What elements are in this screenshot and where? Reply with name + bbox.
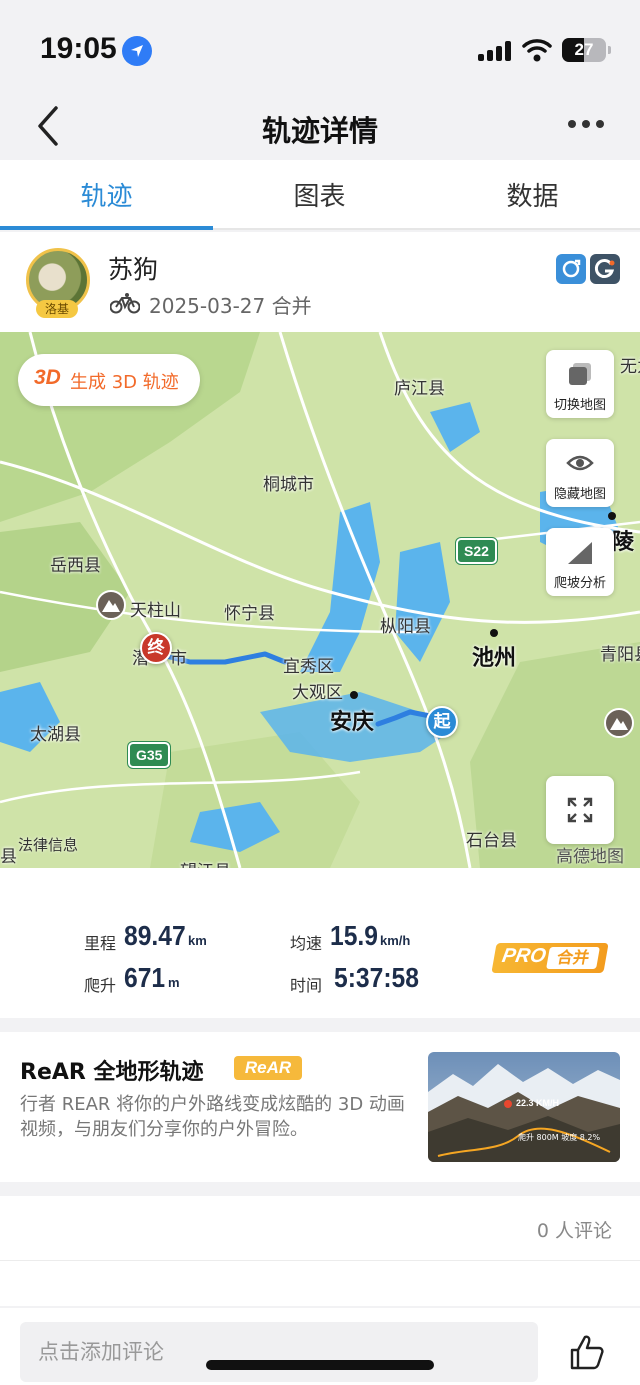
stat-speed-value: 15.9	[330, 920, 378, 951]
tab-data[interactable]: 数据	[426, 176, 639, 213]
mountain-icon	[96, 590, 126, 620]
map-label-tianzhushan: 天柱山	[130, 601, 181, 621]
map-provider-logo: 高德地图	[556, 847, 624, 867]
status-time: 19:05	[40, 32, 117, 65]
road-shield-g35: G35	[128, 742, 171, 768]
comment-count: 0 人评论	[536, 1220, 612, 1242]
rear-thumb-speed: 22.3 KM/H	[516, 1098, 560, 1108]
route-end-marker[interactable]: 终	[140, 632, 172, 664]
avatar-badge: 洛基	[36, 300, 78, 318]
divider	[0, 1260, 640, 1261]
pro-label: PRO	[500, 945, 548, 967]
map-label-daguan: 大观区	[292, 683, 343, 703]
map-label-taihu: 太湖县	[30, 725, 81, 745]
map-label-huaining: 怀宁县	[224, 604, 275, 624]
fullscreen-icon	[567, 797, 593, 823]
more-options-icon[interactable]	[566, 120, 606, 130]
bicycle-icon	[110, 293, 140, 314]
user-name[interactable]: 苏狗	[108, 250, 158, 286]
stat-time-label: 时间	[290, 976, 323, 995]
status-bar: 19:05 27	[0, 0, 640, 100]
switch-map-label: 切换地图	[553, 398, 606, 413]
slope-icon	[568, 542, 592, 564]
pro-merge-badge[interactable]: PRO 合并	[491, 943, 609, 973]
layers-icon	[569, 363, 591, 385]
battery-icon: 27	[562, 38, 611, 62]
map-label-anqing: 安庆	[330, 710, 375, 735]
tab-chart[interactable]: 图表	[213, 176, 426, 213]
wifi-icon	[522, 39, 552, 62]
slope-analysis-label: 爬坡分析	[553, 576, 606, 591]
map-label-wuwei: 无为	[620, 357, 640, 377]
rear-preview-image: 22.3 KM/H 爬升 800M 坡度 8.2%	[428, 1052, 620, 1162]
generate-3d-track-button[interactable]: 3D 生成 3D 轨迹	[18, 354, 200, 406]
activity-date: 2025-03-27 合并	[149, 294, 312, 318]
mountain-icon	[604, 708, 634, 738]
slope-analysis-button[interactable]: 爬坡分析	[546, 528, 614, 596]
tab-track[interactable]: 轨迹	[0, 176, 213, 213]
3d-tag: 3D	[34, 366, 61, 389]
stat-distance-value: 89.47	[124, 920, 186, 951]
stat-speed-unit: km/h	[380, 933, 411, 948]
eye-icon	[566, 455, 594, 471]
rear-description: 行者 REAR 将你的户外路线变成炫酷的 3D 动画视频，与朋友们分享你的户外冒…	[20, 1094, 405, 1140]
fullscreen-button[interactable]	[546, 776, 614, 844]
legal-info-link[interactable]: 法律信息	[18, 834, 78, 855]
page-title: 轨迹详情	[261, 114, 378, 148]
map-label-wangjiang: 望江县	[180, 857, 231, 868]
bottom-bar: 点击添加评论	[0, 1308, 640, 1385]
road-shield-s22: S22	[456, 538, 497, 564]
rear-title: ReAR 全地形轨迹	[20, 1060, 204, 1085]
map-label-yuexi: 岳西县	[50, 556, 101, 576]
battery-level: 27	[574, 40, 594, 59]
switch-map-button[interactable]: 切换地图	[546, 350, 614, 418]
user-bar: 洛基 苏狗 2025-03-27 合并	[0, 232, 640, 332]
rear-thumb-info: 爬升 800M 坡度 8.2%	[518, 1133, 601, 1142]
rear-badge: ReAR	[234, 1056, 302, 1080]
map-label-tongcheng: 桐城市	[263, 475, 314, 495]
generate-3d-label: 生成 3D 轨迹	[70, 372, 179, 393]
map-label-tongling: 陵	[612, 530, 635, 555]
route-map[interactable]: 无为 庐江县 桐城市 岳西县 天柱山 怀宁县 枞阳县 潜 市 宜秀区 大观区 安…	[0, 332, 640, 868]
route-start-marker[interactable]: 起	[426, 706, 458, 738]
map-label-zongyang: 枞阳县	[380, 617, 431, 637]
stats-panel: 里程 89.47 km 均速 15.9 km/h 爬升 671 m 时间 5:3…	[0, 868, 640, 1018]
sync-app-icon	[556, 254, 586, 284]
map-label-chizhou: 池州	[472, 646, 517, 671]
map-label-yixiu: 宜秀区	[283, 657, 334, 677]
active-tab-indicator	[0, 226, 213, 230]
location-arrow-icon	[122, 36, 152, 66]
stat-climb-unit: m	[168, 975, 180, 990]
merge-label: 合并	[546, 947, 600, 969]
map-label-lujiang: 庐江县	[394, 379, 445, 399]
comment-input[interactable]: 点击添加评论	[20, 1322, 538, 1382]
home-indicator	[206, 1360, 434, 1370]
stat-distance-unit: km	[188, 933, 207, 948]
garmin-app-icon	[590, 254, 620, 284]
nav-bar: 轨迹详情	[0, 100, 640, 160]
thumbs-up-icon[interactable]	[566, 1332, 606, 1372]
comments-section: 0 人评论	[0, 1196, 640, 1306]
stat-climb-value: 671	[124, 962, 166, 993]
tab-bar: 轨迹 图表 数据	[0, 160, 640, 230]
stat-time-value: 5:37:58	[334, 962, 419, 993]
map-label-xian-edge: 县	[0, 847, 17, 867]
stat-distance-label: 里程	[84, 934, 117, 953]
map-label-qingyang: 青阳县	[600, 645, 640, 665]
map-label-shi: 市	[170, 649, 187, 669]
stat-climb-label: 爬升	[84, 976, 117, 995]
hide-map-button[interactable]: 隐藏地图	[546, 439, 614, 507]
stat-speed-label: 均速	[290, 934, 323, 953]
hide-map-label: 隐藏地图	[553, 487, 606, 502]
cellular-signal-icon	[478, 41, 512, 61]
map-label-shitai: 石台县	[466, 831, 517, 851]
rear-promo-card[interactable]: ReAR 全地形轨迹 ReAR 行者 REAR 将你的户外路线变成炫酷的 3D …	[0, 1032, 640, 1182]
